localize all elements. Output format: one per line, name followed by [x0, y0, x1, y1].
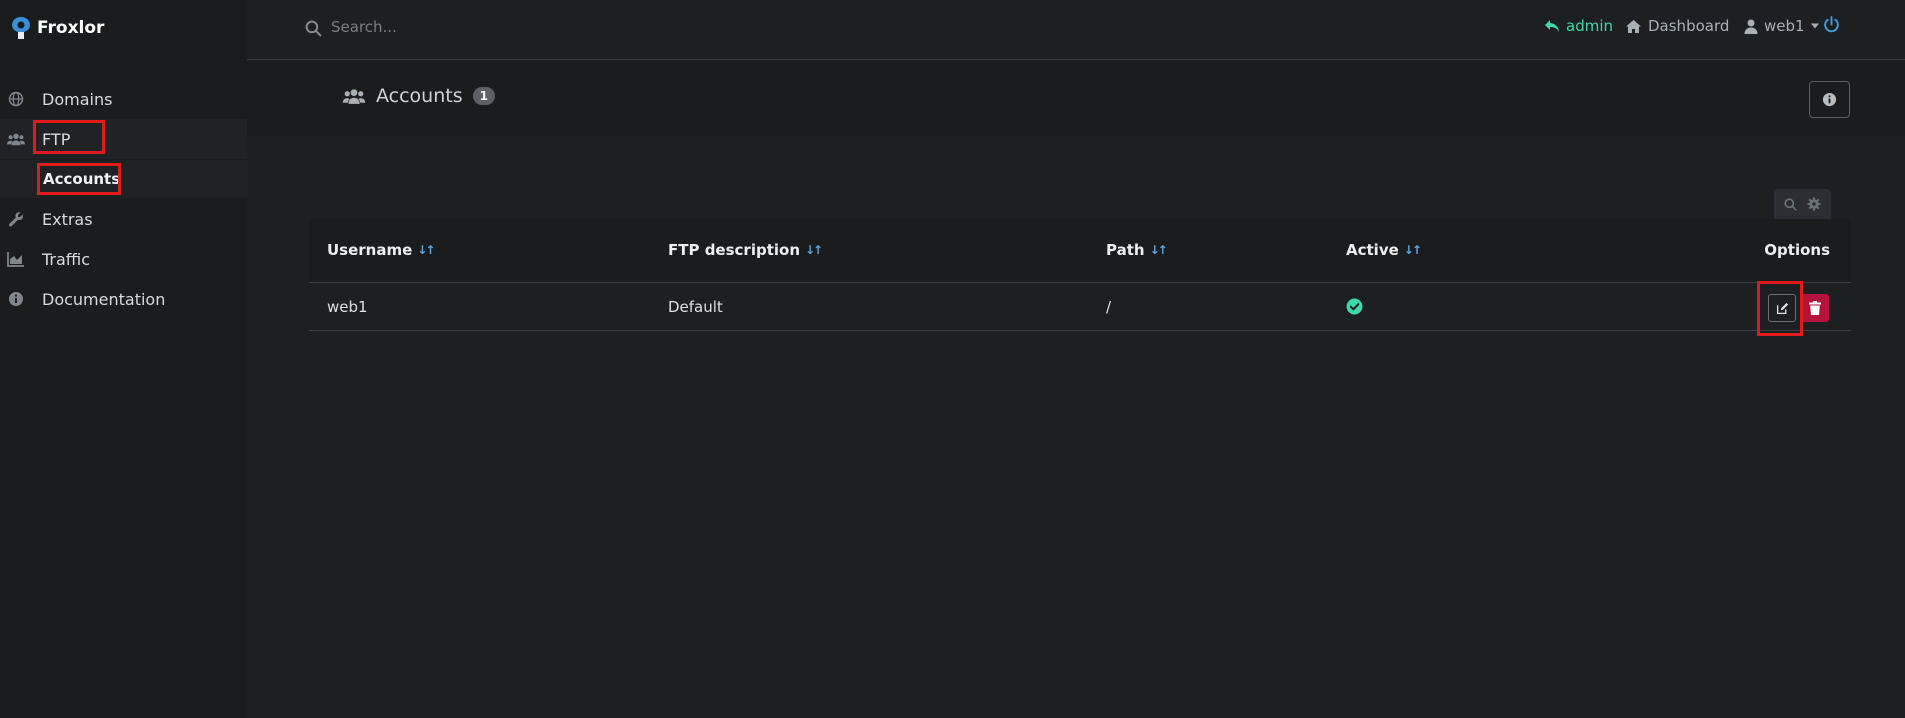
gear-icon[interactable] — [1807, 197, 1821, 211]
column-header-username[interactable]: Username ↓↑ — [327, 241, 435, 259]
accounts-table: Username ↓↑ FTP description ↓↑ Path ↓↑ A… — [309, 219, 1851, 331]
chart-area-icon — [7, 252, 24, 267]
froxlor-logo-icon — [12, 17, 30, 39]
page-header: Accounts 1 — [247, 61, 1905, 136]
column-header-options: Options — [1764, 241, 1830, 259]
dashboard-label: Dashboard — [1648, 17, 1730, 35]
table-tools — [1774, 189, 1831, 219]
count-badge: 1 — [472, 87, 495, 105]
sidebar-item-label: Extras — [42, 209, 93, 229]
reply-icon — [1545, 20, 1559, 32]
info-circle-icon — [1822, 92, 1837, 107]
logout-button[interactable] — [1823, 16, 1840, 33]
sidebar-item-domains[interactable]: Domains — [0, 79, 247, 119]
column-header-path[interactable]: Path ↓↑ — [1106, 241, 1168, 259]
sort-icon[interactable]: ↓↑ — [805, 243, 823, 257]
admin-label: admin — [1566, 17, 1613, 35]
app-name: Froxlor — [37, 18, 105, 38]
page-title: Accounts 1 — [342, 85, 495, 107]
search-icon — [305, 20, 322, 37]
sort-icon[interactable]: ↓↑ — [1150, 243, 1168, 257]
sidebar-item-documentation[interactable]: Documentation — [0, 279, 247, 319]
sort-icon[interactable]: ↓↑ — [417, 243, 435, 257]
page-title-text: Accounts — [376, 85, 463, 107]
check-circle-icon — [1346, 298, 1363, 315]
user-label: web1 — [1764, 17, 1805, 35]
search-input[interactable] — [331, 18, 631, 36]
delete-button[interactable] — [1801, 294, 1829, 322]
users-icon — [342, 89, 366, 104]
users-icon — [7, 133, 25, 146]
caret-down-icon — [1810, 23, 1819, 29]
cell-path: / — [1106, 298, 1112, 316]
cell-username: web1 — [327, 298, 368, 316]
user-icon — [1744, 19, 1758, 34]
info-circle-icon — [9, 292, 23, 306]
sidebar-item-extras[interactable]: Extras — [0, 199, 247, 239]
sidebar: Froxlor Domains FTP Accounts Extras Traf… — [0, 0, 247, 718]
sidebar-item-label: Traffic — [42, 249, 91, 269]
app-logo[interactable]: Froxlor — [10, 16, 104, 40]
sidebar-item-label: Domains — [42, 89, 113, 109]
back-to-admin-link[interactable]: admin — [1544, 17, 1613, 35]
dashboard-link[interactable]: Dashboard — [1625, 17, 1729, 35]
table-row: web1 Default / — [309, 283, 1851, 331]
home-icon — [1626, 19, 1641, 33]
user-menu-dropdown[interactable]: web1 — [1744, 17, 1819, 35]
wrench-icon — [8, 212, 23, 227]
search-icon[interactable] — [1784, 197, 1797, 211]
highlight-box-edit — [1757, 281, 1803, 336]
column-header-active[interactable]: Active ↓↑ — [1346, 241, 1422, 259]
trash-icon — [1809, 301, 1821, 315]
sidebar-item-traffic[interactable]: Traffic — [0, 239, 247, 279]
sidebar-item-label: Documentation — [42, 289, 166, 309]
highlight-box-accounts — [37, 163, 121, 195]
cell-ftp-description: Default — [668, 298, 723, 316]
top-bar: admin Dashboard web1 — [247, 0, 1905, 60]
sort-icon[interactable]: ↓↑ — [1404, 243, 1422, 257]
table-header: Username ↓↑ FTP description ↓↑ Path ↓↑ A… — [309, 219, 1851, 283]
info-button[interactable] — [1809, 81, 1850, 118]
column-header-ftp-description[interactable]: FTP description ↓↑ — [668, 241, 823, 259]
globe-icon — [8, 91, 24, 107]
highlight-box-ftp — [33, 120, 105, 154]
power-icon — [1824, 16, 1839, 33]
